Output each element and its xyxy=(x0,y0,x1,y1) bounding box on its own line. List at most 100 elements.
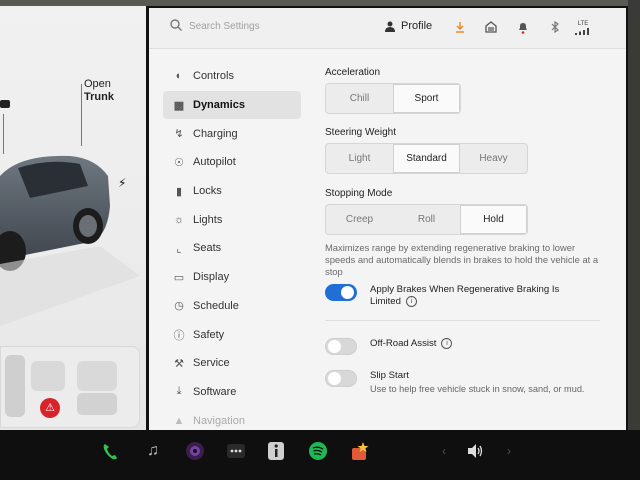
stopping-section: Stopping Mode Creep Roll Hold Maximizes … xyxy=(325,188,603,278)
menu-item-controls[interactable]: ◐ Controls xyxy=(163,62,301,91)
stopping-option-creep[interactable]: Creep xyxy=(326,205,393,234)
search-icon xyxy=(170,19,182,31)
download-update-icon[interactable] xyxy=(453,20,467,34)
slip-start-text: Slip Start Use to help free vehicle stuc… xyxy=(370,370,584,395)
settings-panel: Profile LTE ◐ Controls xyxy=(149,8,626,430)
toggle-knob xyxy=(341,286,354,299)
slip-start-row: Slip Start Use to help free vehicle stuc… xyxy=(325,370,584,395)
slip-start-label: Slip Start xyxy=(370,370,409,381)
lock-icon: ▮ xyxy=(175,185,183,198)
bolt-icon: ↯ xyxy=(174,128,184,141)
menu-item-locks[interactable]: ▮ Locks xyxy=(163,177,301,206)
frunk-icon[interactable] xyxy=(0,100,10,108)
settings-menu: ◐ Controls ▩ Dynamics ↯ Charging ☉ Autop… xyxy=(163,62,301,430)
seatbelt-warning-icon: ⚠ xyxy=(40,398,60,418)
open-trunk-button[interactable]: Open Trunk xyxy=(84,78,114,104)
camera-icon[interactable] xyxy=(184,440,206,462)
off-road-row: Off-Road Assist i xyxy=(325,338,453,355)
stopping-option-hold[interactable]: Hold xyxy=(460,205,527,234)
steering-option-standard[interactable]: Standard xyxy=(393,144,460,173)
menu-item-label: Navigation xyxy=(193,414,245,427)
steering-section: Steering Weight Light Standard Heavy xyxy=(325,127,528,174)
left-chevron-icon[interactable]: ‹ xyxy=(437,440,451,462)
alert-circle-icon: ⓘ xyxy=(173,329,185,342)
apply-brakes-toggle[interactable] xyxy=(325,284,357,301)
cellular-signal-icon: LTE xyxy=(573,20,593,35)
menu-item-label: Locks xyxy=(193,185,222,198)
menu-item-label: Seats xyxy=(193,242,222,255)
profile-label: Profile xyxy=(401,20,433,32)
more-dots-icon[interactable] xyxy=(226,440,246,462)
menu-item-label: Charging xyxy=(193,127,238,140)
games-icon[interactable] xyxy=(349,440,371,462)
settings-top-bar: Profile LTE xyxy=(149,8,626,49)
menu-item-lights[interactable]: ☼ Lights xyxy=(163,205,301,234)
steering-wheel-icon: ☉ xyxy=(174,156,184,169)
bottom-dock: ♫ ‹ › xyxy=(0,430,640,480)
menu-item-safety[interactable]: ⓘ Safety xyxy=(163,320,301,349)
photo-bezel-right xyxy=(628,0,640,430)
menu-item-navigation[interactable]: ▲ Navigation xyxy=(163,406,301,430)
info-icon[interactable] xyxy=(266,440,286,462)
signal-bars-icon xyxy=(575,28,589,35)
off-road-toggle[interactable] xyxy=(325,338,357,355)
notification-bell-icon[interactable] xyxy=(516,20,530,34)
seat-heater-panel[interactable] xyxy=(0,346,140,428)
toggle-knob xyxy=(328,372,341,385)
menu-item-software[interactable]: ⤓ Software xyxy=(163,378,301,407)
open-trunk-label-top: Open xyxy=(84,78,111,90)
steering-selector: Light Standard Heavy xyxy=(325,143,528,174)
info-icon[interactable]: i xyxy=(405,295,417,307)
car-model-image xyxy=(0,155,140,326)
menu-item-charging[interactable]: ↯ Charging xyxy=(163,119,301,148)
menu-item-label: Software xyxy=(193,385,237,398)
toggle-icon: ◐ xyxy=(175,70,183,83)
menu-item-schedule[interactable]: ◷ Schedule xyxy=(163,292,301,321)
menu-item-dynamics[interactable]: ▩ Dynamics xyxy=(163,90,301,120)
music-note-icon[interactable]: ♫ xyxy=(143,440,163,462)
display-icon: ▭ xyxy=(173,271,185,284)
slip-start-toggle[interactable] xyxy=(325,370,357,387)
trunk-pointer-line xyxy=(81,84,82,146)
volume-icon[interactable] xyxy=(464,440,486,462)
menu-item-display[interactable]: ▭ Display xyxy=(163,263,301,292)
lte-label: LTE xyxy=(577,21,589,27)
acceleration-option-chill[interactable]: Chill xyxy=(326,84,393,113)
car-icon: ▩ xyxy=(173,99,185,112)
bluetooth-icon[interactable] xyxy=(548,20,562,34)
person-icon xyxy=(385,21,395,32)
acceleration-label: Acceleration xyxy=(325,67,381,78)
acceleration-option-sport[interactable]: Sport xyxy=(393,84,460,113)
steering-option-light[interactable]: Light xyxy=(326,144,393,173)
stopping-description: Maximizes range by extending regenerativ… xyxy=(325,242,599,277)
off-road-text: Off-Road Assist i xyxy=(370,338,453,350)
slip-start-description: Use to help free vehicle stuck in snow, … xyxy=(370,383,585,394)
menu-item-label: Schedule xyxy=(193,299,239,312)
stopping-label: Stopping Mode xyxy=(325,188,393,199)
info-icon[interactable]: i xyxy=(441,338,453,349)
menu-item-label: Lights xyxy=(193,213,223,226)
apply-brakes-text: Apply Brakes When Regenerative Braking I… xyxy=(370,284,575,307)
menu-item-autopilot[interactable]: ☉ Autopilot xyxy=(163,148,301,177)
steering-option-heavy[interactable]: Heavy xyxy=(460,144,527,173)
menu-item-label: Autopilot xyxy=(193,156,236,169)
search-settings-input[interactable] xyxy=(189,18,339,34)
seat-icon: ⌞ xyxy=(176,242,182,255)
garage-icon[interactable] xyxy=(484,20,498,34)
section-divider xyxy=(325,320,600,321)
apply-brakes-row: Apply Brakes When Regenerative Braking I… xyxy=(325,284,575,307)
menu-item-label: Display xyxy=(193,271,230,284)
profile-button[interactable]: Profile xyxy=(385,20,432,32)
download-icon: ⤓ xyxy=(176,385,182,398)
wrench-icon: ⚒ xyxy=(174,357,184,370)
car-visualization[interactable]: Open Trunk ⚡︎ ⚠ xyxy=(0,6,146,430)
right-chevron-icon[interactable]: › xyxy=(502,440,516,462)
phone-icon[interactable] xyxy=(100,440,120,462)
menu-item-seats[interactable]: ⌞ Seats xyxy=(163,234,301,263)
stopping-option-roll[interactable]: Roll xyxy=(393,205,460,234)
stopping-selector: Creep Roll Hold xyxy=(325,204,528,235)
toggle-knob xyxy=(328,340,341,353)
menu-item-service[interactable]: ⚒ Service xyxy=(163,349,301,378)
spotify-icon[interactable] xyxy=(307,440,329,462)
acceleration-selector: Chill Sport xyxy=(325,83,461,114)
